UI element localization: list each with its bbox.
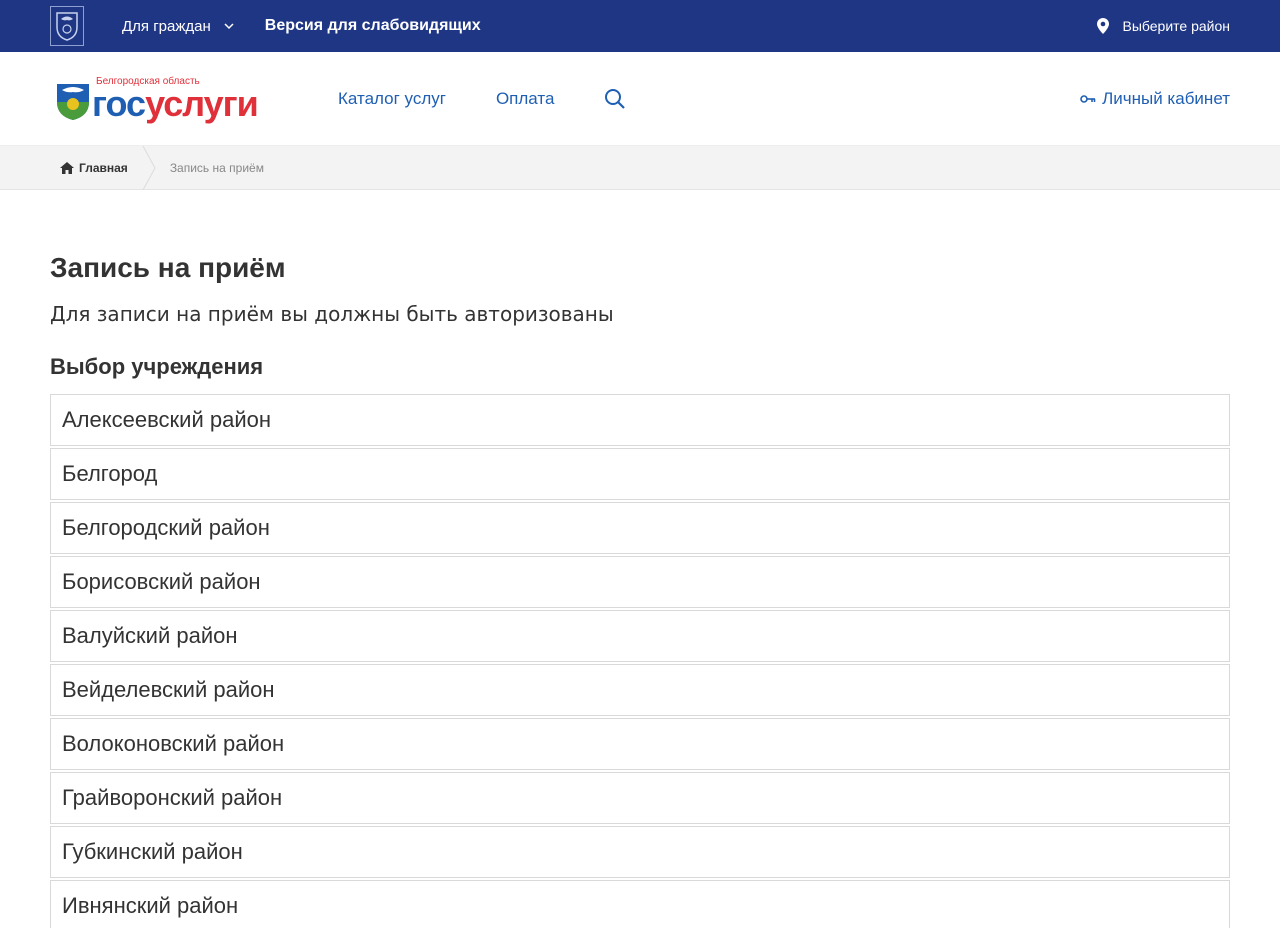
low-vision-link[interactable]: Версия для слабовидящих — [265, 17, 481, 35]
list-item[interactable]: Губкинский район — [50, 826, 1230, 878]
breadcrumb-current: Запись на приём — [169, 160, 264, 175]
site-header: Белгородская область госуслуги Каталог у… — [0, 52, 1280, 146]
region-coat-of-arms-icon — [57, 83, 89, 120]
list-item[interactable]: Борисовский район — [50, 556, 1230, 608]
institution-list: Алексеевский район Белгород Белгородский… — [50, 394, 1230, 928]
nav-payment-link[interactable]: Оплата — [496, 89, 554, 109]
breadcrumb-home[interactable]: Главная — [60, 161, 128, 175]
gosuslugi-logo[interactable]: Белгородская область госуслуги — [56, 76, 292, 122]
search-icon[interactable] — [604, 88, 626, 110]
top-bar: Для граждан Версия для слабовидящих Выбе… — [0, 0, 1280, 52]
list-item[interactable]: Валуйский район — [50, 610, 1230, 662]
nav-catalog-link[interactable]: Каталог услуг — [338, 89, 446, 109]
key-icon — [1080, 94, 1096, 104]
main-content: Запись на приём Для записи на приём вы д… — [0, 252, 1280, 928]
breadcrumb-separator — [142, 145, 156, 190]
for-citizens-menu[interactable]: Для граждан — [122, 18, 235, 35]
personal-cabinet-label: Личный кабинет — [1102, 88, 1230, 108]
breadcrumb-home-label: Главная — [79, 160, 128, 175]
breadcrumb: Главная Запись на приём — [0, 145, 1280, 190]
region-selector[interactable]: Выберите район — [1096, 18, 1231, 34]
list-item[interactable]: Вейделевский район — [50, 664, 1230, 716]
personal-cabinet-link[interactable]: Личный кабинет — [1080, 89, 1230, 109]
list-item[interactable]: Белгородский район — [50, 502, 1230, 554]
logo-region-caption: Белгородская область — [96, 75, 200, 87]
list-item[interactable]: Белгород — [50, 448, 1230, 500]
location-pin-icon — [1096, 18, 1109, 34]
emblem-icon[interactable] — [50, 6, 84, 46]
section-title: Выбор учреждения — [50, 354, 264, 379]
region-label: Выберите район — [1122, 18, 1231, 34]
list-item[interactable]: Грайворонский район — [50, 772, 1230, 824]
chevron-down-icon — [223, 20, 235, 32]
list-item[interactable]: Ивнянский район — [50, 880, 1230, 928]
for-citizens-label: Для граждан — [122, 17, 211, 35]
home-icon — [60, 161, 74, 174]
logo-gos-text: гос — [92, 82, 146, 124]
main-nav: Каталог услуг Оплата — [338, 88, 626, 110]
page-title: Запись на приём — [50, 252, 286, 283]
list-item[interactable]: Алексеевский район — [50, 394, 1230, 446]
logo-uslugi-text: услуги — [145, 82, 259, 124]
list-item[interactable]: Волоконовский район — [50, 718, 1230, 770]
auth-notice: Для записи на приём вы должны быть автор… — [50, 302, 614, 326]
